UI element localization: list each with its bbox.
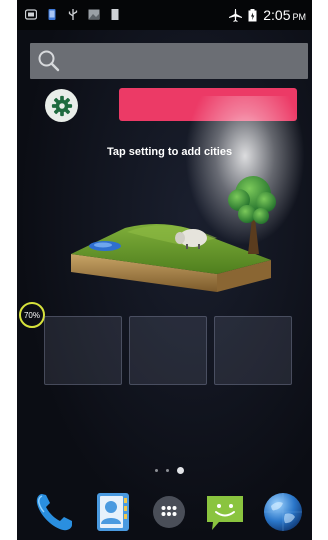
usb-icon (68, 9, 78, 20)
widget-slot-2[interactable] (129, 316, 207, 385)
status-bar-notifications (25, 9, 121, 20)
sd-card-icon (111, 9, 119, 20)
widget-slot-1[interactable] (44, 316, 122, 385)
search-bar[interactable] (30, 43, 308, 79)
browser-globe-icon[interactable] (261, 490, 305, 534)
contacts-icon[interactable] (91, 490, 135, 534)
notification-icon (25, 9, 37, 20)
messaging-icon[interactable] (203, 490, 247, 534)
page-dot-1[interactable] (155, 469, 158, 472)
weather-scene-illustration (71, 176, 276, 292)
home-screen: 2:05 PM Tap setting to add cities 70% (17, 0, 312, 540)
weather-settings-button[interactable] (45, 89, 78, 122)
battery-level-text: 70% (23, 310, 40, 320)
weather-prompt[interactable]: Tap setting to add cities (107, 146, 267, 158)
phone-icon[interactable] (33, 490, 77, 534)
page-dot-2[interactable] (166, 469, 169, 472)
battery-icon (248, 8, 257, 21)
page-dot-3-active[interactable] (177, 467, 184, 474)
app-drawer-icon[interactable] (147, 490, 191, 534)
airplane-mode-icon (229, 8, 243, 22)
search-icon (38, 50, 60, 72)
clock: 2:05 PM (263, 7, 306, 23)
page-indicator (155, 467, 184, 474)
image-icon (88, 9, 100, 20)
status-bar-system: 2:05 PM (228, 7, 306, 23)
gear-icon (51, 95, 72, 116)
status-bar: 2:05 PM (17, 0, 312, 30)
widget-slot-3[interactable] (214, 316, 292, 385)
phone-icon (48, 9, 56, 20)
battery-gauge[interactable]: 70% (19, 302, 45, 328)
